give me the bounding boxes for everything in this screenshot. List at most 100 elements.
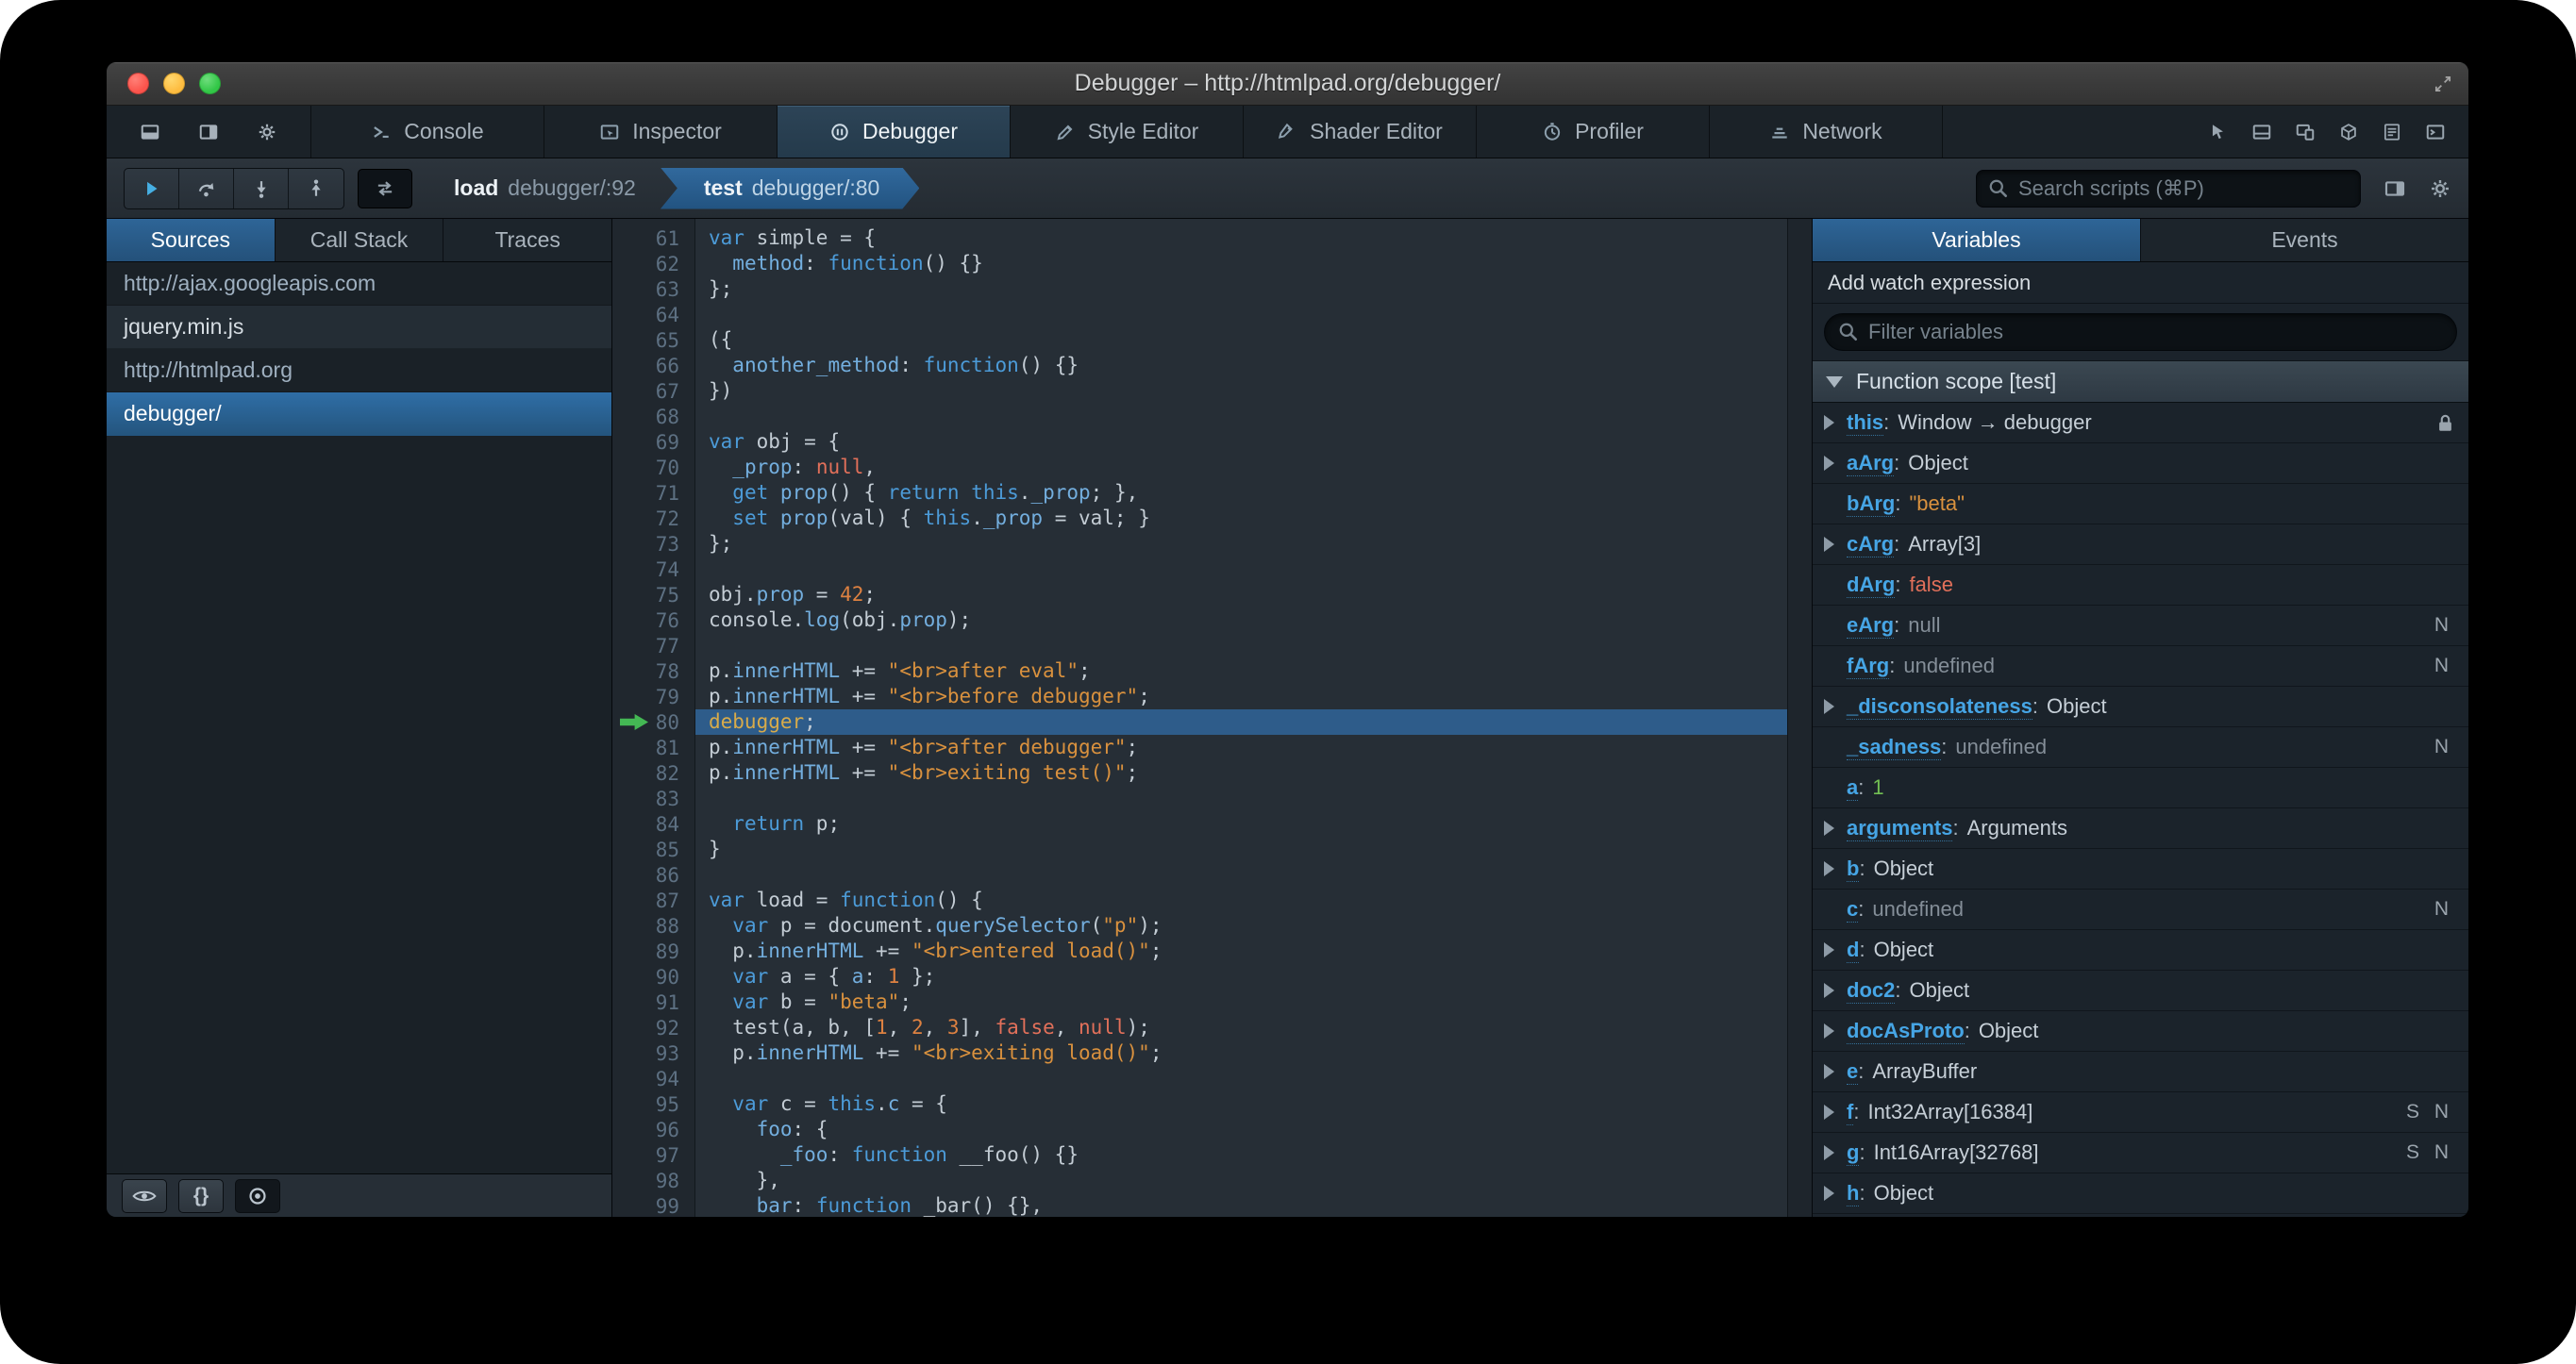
expander-icon[interactable] — [1824, 942, 1834, 957]
variable-value[interactable]: "beta" — [1909, 491, 1964, 516]
code-line[interactable] — [709, 1066, 1787, 1091]
code-line[interactable]: }, — [709, 1168, 1787, 1193]
code-line[interactable]: p.innerHTML += "<br>after debugger"; — [709, 735, 1787, 760]
code-line[interactable]: }; — [709, 531, 1787, 557]
code-line[interactable]: another_method: function() {} — [709, 353, 1787, 378]
variable-value[interactable]: Object — [1874, 857, 1934, 881]
line-number[interactable]: 77 — [612, 633, 694, 658]
expander-icon[interactable] — [1824, 821, 1834, 836]
step-out-button[interactable] — [289, 169, 343, 208]
variable-row[interactable]: f: Int32Array[16384] S N — [1813, 1092, 2468, 1133]
variable-name[interactable]: _disconsolateness — [1847, 694, 2032, 720]
scripts-search-box[interactable] — [1976, 169, 2361, 208]
variable-value[interactable]: false — [1909, 573, 1952, 597]
filter-variables-input[interactable] — [1868, 320, 2443, 344]
variable-value[interactable]: undefined — [1872, 897, 1964, 922]
variable-row[interactable]: bArg: "beta" — [1813, 484, 2468, 524]
code-line[interactable] — [709, 786, 1787, 811]
responsive-design-button[interactable] — [2295, 122, 2316, 142]
variable-value[interactable]: Arguments — [1967, 816, 2067, 840]
close-window-button[interactable] — [127, 73, 149, 94]
line-number[interactable]: 98 — [612, 1168, 694, 1193]
line-number[interactable]: 75 — [612, 582, 694, 607]
code-line[interactable]: p.innerHTML += "<br>exiting test()"; — [709, 760, 1787, 786]
code-line[interactable] — [709, 404, 1787, 429]
line-number[interactable]: 89 — [612, 939, 694, 964]
expander-icon[interactable] — [1824, 537, 1834, 552]
tab-inspector[interactable]: Inspector — [544, 106, 778, 158]
variable-name[interactable]: _sadness — [1847, 735, 1942, 760]
code-line[interactable]: var load = function() { — [709, 888, 1787, 913]
line-number[interactable]: 63 — [612, 276, 694, 302]
line-number[interactable]: 83 — [612, 786, 694, 811]
variable-row[interactable]: a:1 — [1813, 768, 2468, 808]
variable-value[interactable]: Object — [1874, 938, 1934, 962]
code-line[interactable]: foo: { — [709, 1117, 1787, 1142]
line-number[interactable]: 84 — [612, 811, 694, 837]
line-number[interactable]: 78 — [612, 658, 694, 684]
line-number[interactable]: 87 — [612, 888, 694, 913]
variable-row[interactable]: dArg: false — [1813, 565, 2468, 606]
variable-name[interactable]: fArg — [1847, 654, 1890, 679]
variable-row[interactable]: eArg: null N — [1813, 606, 2468, 646]
tracing-toggle-button[interactable] — [358, 168, 412, 208]
line-number[interactable]: 74 — [612, 557, 694, 582]
zoom-window-button[interactable] — [199, 73, 221, 94]
breadcrumb-frame-test[interactable]: test debugger/:80 — [661, 168, 919, 209]
tab-events[interactable]: Events — [2141, 219, 2468, 261]
code-line[interactable]: _foo: function __foo() {} — [709, 1142, 1787, 1168]
variable-name[interactable]: d — [1847, 938, 1860, 963]
code-line[interactable]: test(a, b, [1, 2, 3], false, null); — [709, 1015, 1787, 1040]
code-line[interactable]: console.log(obj.prop); — [709, 607, 1787, 633]
line-number[interactable]: 88 — [612, 913, 694, 939]
line-number[interactable]: 79 — [612, 684, 694, 709]
variable-name[interactable]: aArg — [1847, 451, 1895, 476]
line-number[interactable]: 70 — [612, 455, 694, 480]
line-number[interactable]: 66 — [612, 353, 694, 378]
add-watch-expression[interactable]: Add watch expression — [1813, 262, 2468, 304]
code-line[interactable]: obj.prop = 42; — [709, 582, 1787, 607]
variable-row[interactable]: e: ArrayBuffer — [1813, 1052, 2468, 1092]
line-number[interactable]: 92 — [612, 1015, 694, 1040]
line-number[interactable]: 73 — [612, 531, 694, 557]
variable-row[interactable]: cArg: Array[3] — [1813, 524, 2468, 565]
variable-value[interactable]: 1 — [1872, 775, 1883, 800]
variable-value[interactable]: Object — [2047, 694, 2107, 719]
blackbox-source-button[interactable] — [235, 1178, 280, 1213]
code-line[interactable]: p.innerHTML += "<br>entered load()"; — [709, 939, 1787, 964]
variable-name[interactable]: g — [1847, 1140, 1860, 1166]
expander-icon[interactable] — [1824, 983, 1834, 998]
code-line[interactable] — [709, 633, 1787, 658]
variable-value[interactable]: ArrayBuffer — [1872, 1059, 1977, 1084]
source-file[interactable]: jquery.min.js — [107, 306, 611, 349]
line-number[interactable]: 96 — [612, 1117, 694, 1142]
source-file[interactable]: debugger/ — [107, 392, 611, 436]
variable-value[interactable]: Object — [1909, 978, 1969, 1003]
line-number[interactable]: 72 — [612, 506, 694, 531]
line-number[interactable]: 97 — [612, 1142, 694, 1168]
tab-sources[interactable]: Sources — [107, 219, 276, 261]
tab-debugger[interactable]: Debugger — [778, 106, 1011, 158]
resume-button[interactable] — [125, 168, 179, 208]
line-number[interactable]: 86 — [612, 862, 694, 888]
code-line[interactable]: method: function() {} — [709, 251, 1787, 276]
line-number[interactable]: 99 — [612, 1193, 694, 1218]
variable-row[interactable]: docAsProto: Object — [1813, 1011, 2468, 1052]
dock-bottom-button[interactable] — [125, 113, 175, 151]
code-line[interactable] — [709, 862, 1787, 888]
variable-value[interactable]: Object — [1874, 1181, 1934, 1206]
step-in-button[interactable] — [234, 168, 289, 208]
variable-name[interactable]: a — [1847, 775, 1859, 801]
line-number[interactable]: 91 — [612, 990, 694, 1015]
code-line[interactable]: bar: function _bar() {}, — [709, 1193, 1787, 1217]
variable-name[interactable]: cArg — [1847, 532, 1895, 557]
expander-icon[interactable] — [1824, 1105, 1834, 1120]
code-line[interactable]: return p; — [709, 811, 1787, 837]
variable-name[interactable]: doc2 — [1847, 978, 1896, 1004]
tab-traces[interactable]: Traces — [443, 219, 611, 261]
code-line[interactable]: var a = { a: 1 }; — [709, 964, 1787, 990]
variable-name[interactable]: b — [1847, 857, 1860, 882]
variable-value[interactable]: Int32Array[16384] — [1867, 1100, 2032, 1124]
line-number[interactable]: 68 — [612, 404, 694, 429]
variable-row[interactable]: this: Window → debugger — [1813, 403, 2468, 443]
